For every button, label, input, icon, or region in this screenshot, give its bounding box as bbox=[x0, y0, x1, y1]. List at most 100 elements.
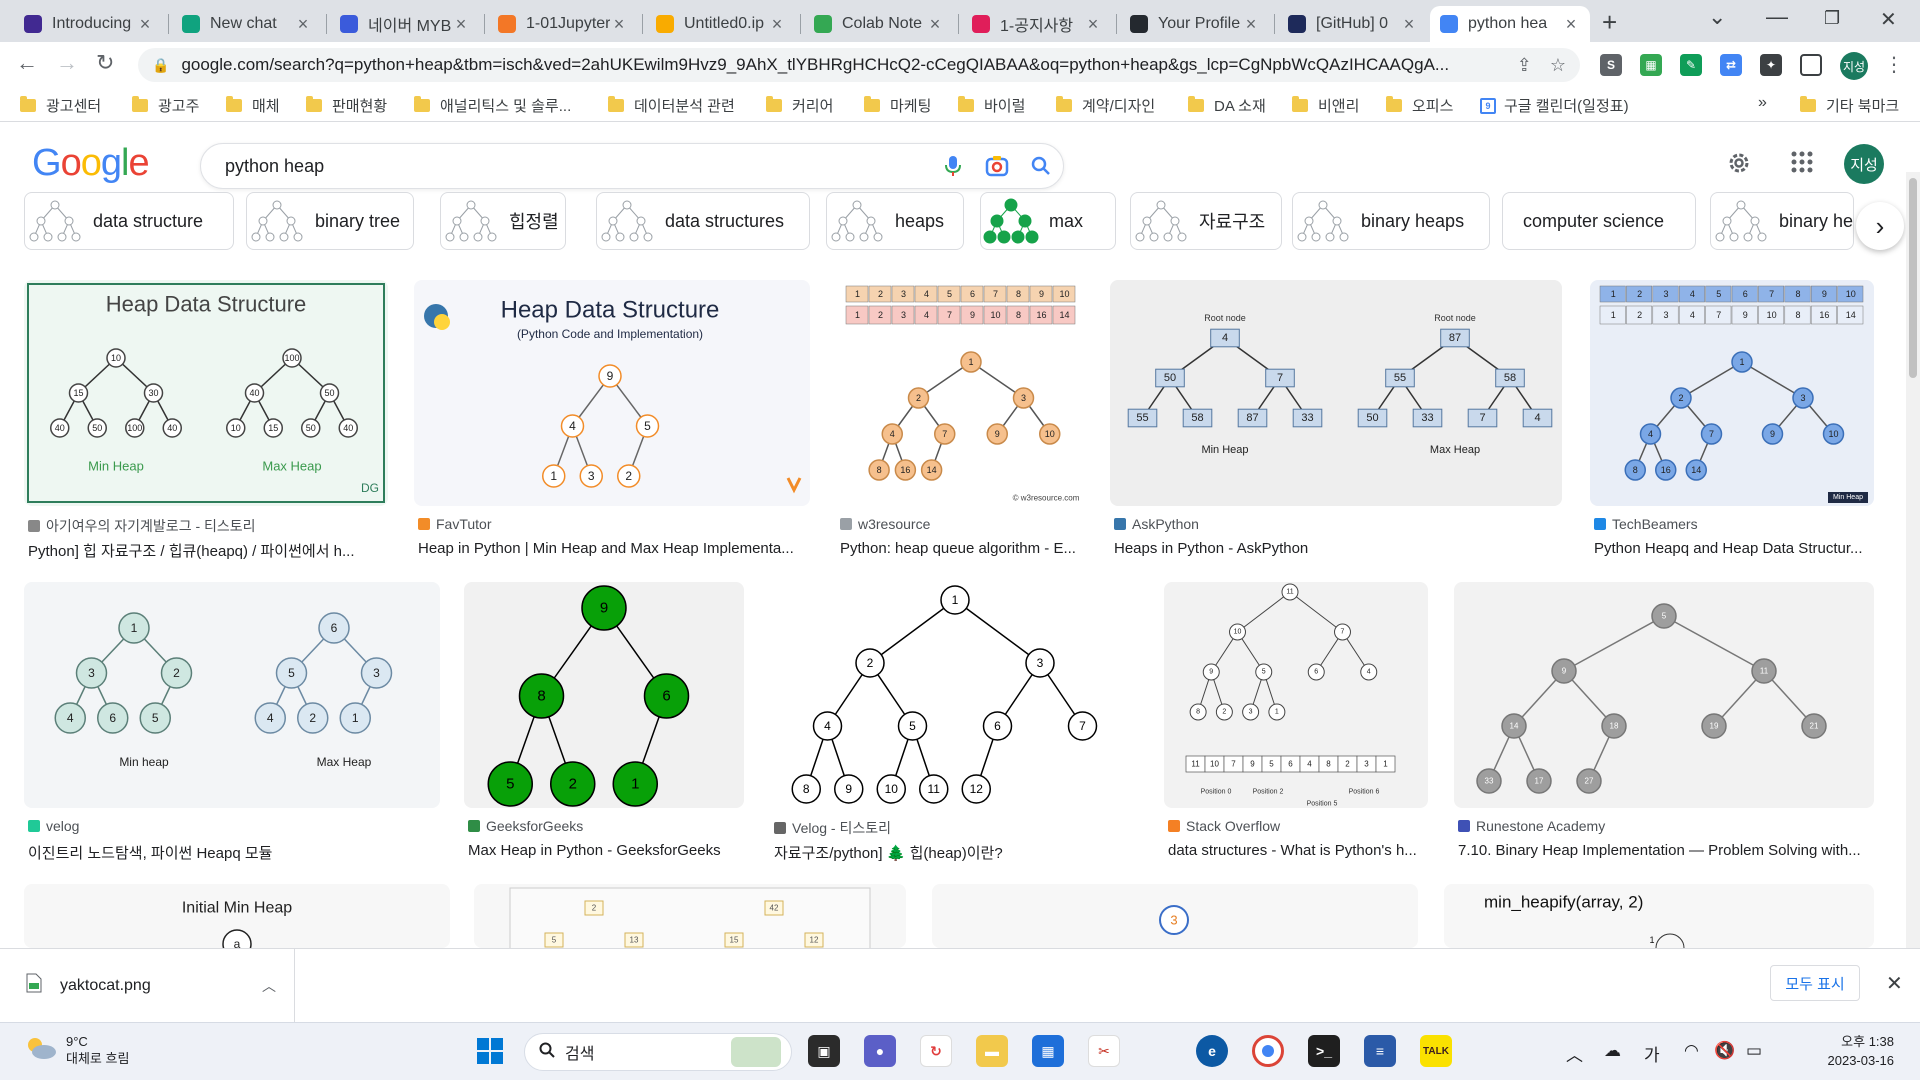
ime-indicator[interactable]: 가 bbox=[1644, 1041, 1660, 1066]
close-tab-icon[interactable]: × bbox=[136, 14, 154, 35]
result-thumbnail[interactable]: 1 2 3 4 5 6 7 8 9 10 1 2 3 4 7 9 10 8 16 14 1 2 3 4 7 9 10 8 16 14 Min… bbox=[1590, 280, 1874, 506]
browser-tab[interactable]: Your Profile × bbox=[1120, 6, 1270, 42]
image-result[interactable]: 9 8 6 5 2 1 GeeksforGeeks Max Heap in Python - … bbox=[464, 582, 744, 872]
google-logo[interactable]: Google bbox=[32, 142, 150, 185]
result-title[interactable]: Python: heap queue algorithm - E... bbox=[840, 540, 1082, 557]
cloud-offline-icon[interactable]: ☁ bbox=[1604, 1041, 1621, 1061]
close-tab-icon[interactable]: × bbox=[926, 14, 944, 35]
close-tab-icon[interactable]: × bbox=[1242, 14, 1260, 35]
battery-icon[interactable]: ▭ bbox=[1746, 1041, 1762, 1061]
snipping-tool-icon[interactable]: ✂ bbox=[1088, 1035, 1120, 1067]
bookmark-folder[interactable]: 매체 bbox=[226, 95, 280, 116]
bookmark-folder[interactable]: 광고주 bbox=[132, 95, 199, 116]
terminal-icon[interactable]: >_ bbox=[1308, 1035, 1340, 1067]
browser-tab[interactable]: 네이버 MYB × bbox=[330, 6, 480, 42]
result-source[interactable]: AskPython bbox=[1114, 516, 1199, 532]
related-search-chip[interactable]: 자료구조 bbox=[1130, 192, 1282, 250]
bookmark-folder[interactable]: 광고센터 bbox=[20, 95, 101, 116]
result-thumbnail[interactable]: 3 bbox=[932, 884, 1418, 948]
result-source[interactable]: GeeksforGeeks bbox=[468, 818, 583, 834]
new-tab-button[interactable]: + bbox=[1602, 7, 1617, 38]
image-result[interactable]: 1 3 2 4 6 5 6 5 3 4 2 1 Min heap Max Heap velog 이진트리 노드… bbox=[24, 582, 440, 872]
chevron-up-icon[interactable]: ︿ bbox=[262, 976, 276, 996]
extension-translate-icon[interactable]: ⇄ bbox=[1720, 54, 1742, 76]
search-icon[interactable] bbox=[1019, 156, 1063, 176]
related-search-chip[interactable]: max bbox=[980, 192, 1116, 250]
bookmark-folder[interactable]: 커리어 bbox=[766, 95, 833, 116]
image-result[interactable]: 11 10 7 9 5 6 4 8 2 3 1 11 10 7 9 5 6 4 8 2 3 1 Position 0 Posi… bbox=[1164, 582, 1428, 872]
extension-sheet-icon[interactable]: ▦ bbox=[1640, 54, 1662, 76]
result-title[interactable]: Max Heap in Python - GeeksforGeeks bbox=[468, 842, 740, 859]
volume-muted-icon[interactable]: 🔇 bbox=[1714, 1041, 1735, 1061]
related-search-chip[interactable]: computer science bbox=[1502, 192, 1696, 250]
taskbar-search-input[interactable]: 검색 bbox=[524, 1033, 792, 1071]
result-thumbnail[interactable]: 1 3 2 4 6 5 6 5 3 4 2 1 Min heap Max Heap bbox=[24, 582, 440, 808]
close-tab-icon[interactable]: × bbox=[452, 14, 470, 35]
result-thumbnail[interactable]: 5 9 11 14 18 19 21 33 17 27 bbox=[1454, 582, 1874, 808]
result-source[interactable]: Stack Overflow bbox=[1168, 818, 1280, 834]
page-scrollbar[interactable] bbox=[1906, 172, 1920, 948]
result-thumbnail[interactable]: Root node Root node 4 50 7 55 58 87 33 87 55 58 50 33… bbox=[1110, 280, 1562, 506]
bookmark-folder[interactable]: 데이터분석 관련 bbox=[608, 95, 735, 116]
lock-icon[interactable]: 🔒 bbox=[152, 57, 169, 74]
close-tab-icon[interactable]: × bbox=[610, 14, 628, 35]
result-source[interactable]: w3resource bbox=[840, 516, 930, 532]
result-source[interactable]: TechBeamers bbox=[1594, 516, 1698, 532]
result-title[interactable]: data structures - What is Python's h... bbox=[1168, 842, 1424, 859]
result-title[interactable]: 7.10. Binary Heap Implementation — Probl… bbox=[1458, 842, 1870, 859]
maximize-button[interactable]: ❐ bbox=[1824, 8, 1840, 29]
result-thumbnail[interactable]: Initial Min Heap a bbox=[24, 884, 450, 948]
bookmark-folder[interactable]: 판매현황 bbox=[306, 95, 387, 116]
result-thumbnail[interactable]: Heap Data Structure 10 15 30 40 50 100 40 100 40 5… bbox=[24, 280, 388, 506]
bookmark-folder[interactable]: 오피스 bbox=[1386, 95, 1453, 116]
bookmark-folder[interactable]: 마케팅 bbox=[864, 95, 931, 116]
file-explorer-icon[interactable]: ▬ bbox=[976, 1035, 1008, 1067]
related-search-chip[interactable]: binary heaps bbox=[1292, 192, 1490, 250]
share-icon[interactable]: ⇪ bbox=[1517, 55, 1532, 76]
browser-tab[interactable]: python hea × bbox=[1430, 6, 1590, 42]
browser-tab[interactable]: Untitled0.ip × bbox=[646, 6, 796, 42]
close-tab-icon[interactable]: × bbox=[768, 14, 786, 35]
sync-app-icon[interactable]: ↻ bbox=[920, 1035, 952, 1067]
extension-pen-icon[interactable]: ✎ bbox=[1680, 54, 1702, 76]
bookmark-folder[interactable]: 계약/디자인 bbox=[1056, 95, 1155, 116]
result-source[interactable]: velog bbox=[28, 818, 79, 834]
result-source[interactable]: FavTutor bbox=[418, 516, 492, 532]
other-bookmarks-folder[interactable]: 기타 북마크 bbox=[1800, 95, 1899, 116]
result-thumbnail[interactable]: 11 10 7 9 5 6 4 8 2 3 1 11 10 7 9 5 6 4 8 2 3 1 Position 0 Posi… bbox=[1164, 582, 1428, 808]
close-tab-icon[interactable]: × bbox=[1400, 14, 1418, 35]
result-title[interactable]: Heaps in Python - AskPython bbox=[1114, 540, 1558, 557]
task-view-icon[interactable]: ▣ bbox=[808, 1035, 840, 1067]
browser-tab[interactable]: New chat × bbox=[172, 6, 322, 42]
minimize-button[interactable]: — bbox=[1766, 4, 1788, 30]
browser-tab[interactable]: [GitHub] 0 × bbox=[1278, 6, 1428, 42]
related-search-chip[interactable]: data structures bbox=[596, 192, 810, 250]
result-title[interactable]: Python] 힙 자료구조 / 힙큐(heapq) / 파이썬에서 h... bbox=[28, 540, 384, 561]
bookmark-folder[interactable]: 애널리틱스 및 솔루... bbox=[414, 95, 571, 116]
close-window-button[interactable]: ✕ bbox=[1880, 7, 1897, 32]
result-source[interactable]: Runestone Academy bbox=[1458, 818, 1605, 834]
microsoft-store-icon[interactable]: ▦ bbox=[1032, 1035, 1064, 1067]
search-query[interactable]: python heap bbox=[225, 156, 931, 177]
bookmarks-overflow-button[interactable]: » bbox=[1758, 94, 1767, 112]
reload-icon[interactable]: ↻ bbox=[96, 50, 114, 76]
apps-grid-icon[interactable] bbox=[1790, 150, 1814, 179]
result-title[interactable]: Heap in Python | Min Heap and Max Heap I… bbox=[418, 540, 806, 557]
extension-s-icon[interactable]: S bbox=[1600, 54, 1622, 76]
windows-start-icon[interactable] bbox=[474, 1035, 506, 1067]
related-search-chip[interactable]: 힙정렬 bbox=[440, 192, 566, 250]
result-thumbnail[interactable]: min_heapify(array, 2) 1 bbox=[1444, 884, 1874, 948]
system-clock[interactable]: 오후 1:38 2023-03-16 bbox=[1784, 1032, 1895, 1070]
lens-camera-icon[interactable] bbox=[975, 155, 1019, 177]
result-source[interactable]: 아기여우의 자기계발로그 - 티스토리 bbox=[28, 516, 256, 536]
address-bar[interactable]: 🔒 google.com/search?q=python+heap&tbm=is… bbox=[138, 48, 1580, 82]
image-result[interactable]: Heap Data Structure (Python Code and Impl… bbox=[414, 280, 810, 570]
account-avatar[interactable]: 지성 bbox=[1844, 144, 1884, 184]
side-panel-icon[interactable] bbox=[1800, 54, 1822, 76]
chips-next-arrow-icon[interactable]: › bbox=[1856, 202, 1904, 250]
close-tab-icon[interactable]: × bbox=[294, 14, 312, 35]
kakaotalk-icon[interactable]: TALK bbox=[1420, 1035, 1452, 1067]
result-thumbnail[interactable]: 1 2 3 4 5 6 7 8 9 10 11 12 bbox=[770, 582, 1140, 808]
browser-tab[interactable]: Colab Note × bbox=[804, 6, 954, 42]
result-thumbnail[interactable]: 2 42 5 13 15 12 bbox=[474, 884, 906, 948]
